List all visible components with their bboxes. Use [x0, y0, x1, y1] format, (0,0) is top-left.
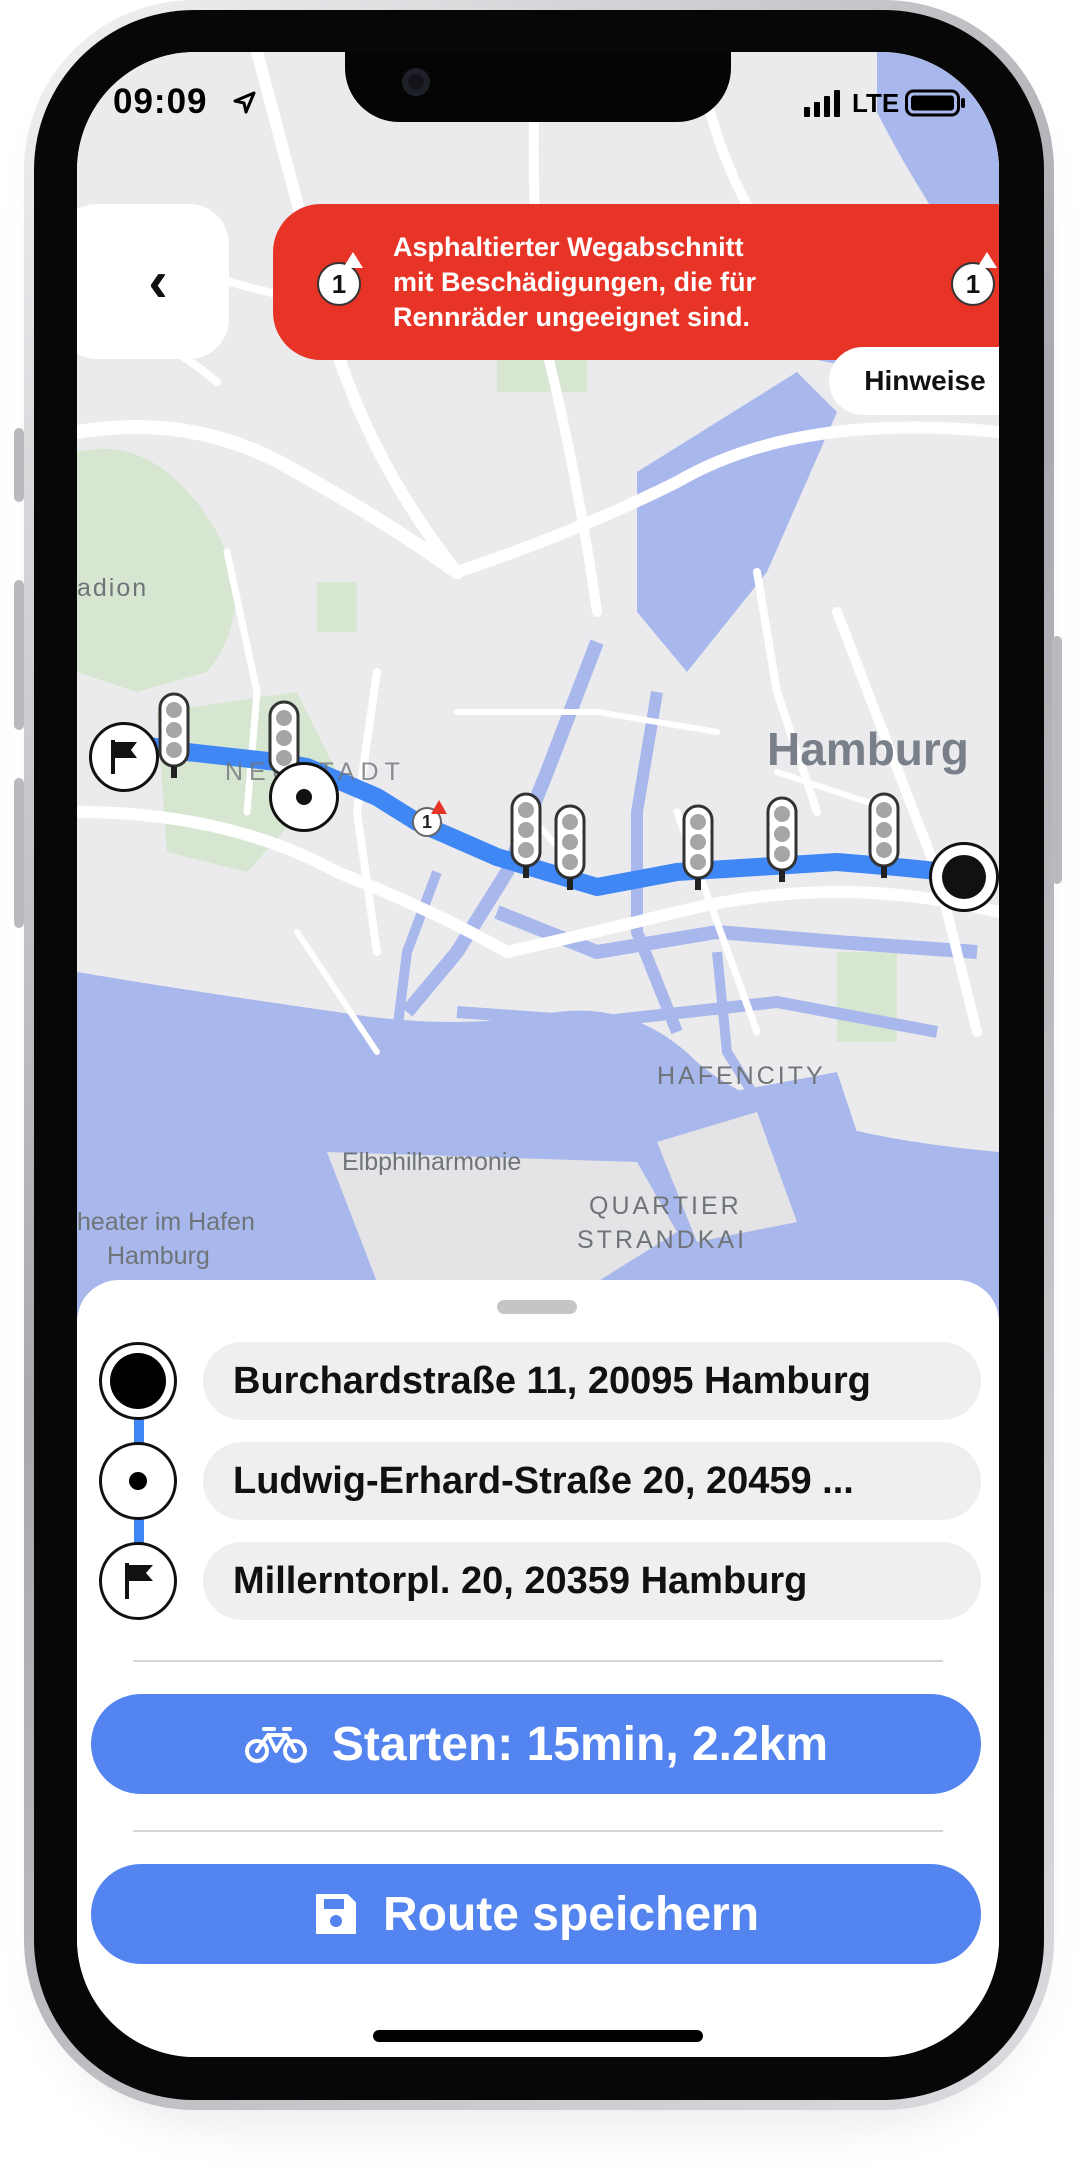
divider [133, 1830, 943, 1832]
waypoint-marker[interactable] [269, 762, 339, 832]
stop-waypoint-marker [99, 1442, 177, 1520]
warning-triangle-icon [343, 252, 363, 268]
map-label-hafencity: HAFENCITY [657, 1062, 826, 1090]
stop-waypoint-field[interactable]: Ludwig-Erhard-Straße 20, 20459 ... [203, 1442, 981, 1520]
traffic-light-icon [158, 692, 190, 778]
warning-marker-count: 1 [421, 811, 432, 832]
map-label-elbphilharmonie: Elbphilharmonie [342, 1148, 522, 1176]
map-label-city: Hamburg [767, 723, 969, 775]
network-type: LTE [852, 87, 900, 118]
destination-flag-marker[interactable] [89, 722, 159, 792]
stop-start-marker [99, 1342, 177, 1420]
front-camera [402, 68, 430, 96]
route-sheet: Burchardstraße 11, 20095 Hamburg Ludwig-… [77, 1280, 999, 2057]
save-route-button[interactable]: Route speichern [91, 1864, 981, 1964]
map-view[interactable]: adion NEUSTADT Hamburg HAFENCITY Elbphil… [77, 52, 999, 1352]
map-label-quartier-line1: QUARTIER [589, 1192, 742, 1220]
record-icon [942, 855, 986, 899]
traffic-light-icon [868, 792, 900, 878]
warning-triangle-icon [431, 800, 447, 814]
warning-count-left: 1 [331, 268, 347, 299]
signal-icon [804, 90, 840, 117]
traffic-light-icon [554, 804, 586, 890]
warning-message: Asphaltierter Wegabschnitt mit Beschädig… [393, 230, 813, 335]
status-indicators: LTE [802, 86, 967, 120]
bicycle-icon [244, 1727, 307, 1763]
dot-icon [296, 789, 312, 805]
back-button[interactable]: ‹ [77, 204, 229, 359]
save-icon [315, 1894, 356, 1934]
start-marker[interactable] [929, 842, 999, 912]
stop-destination-marker [99, 1542, 177, 1620]
warning-message-line3: Rennräder ungeeignet sind. [393, 302, 751, 332]
location-arrow-icon [233, 91, 256, 114]
warning-message-line2: mit Beschädigungen, die für [393, 267, 757, 297]
flag-icon [125, 1563, 153, 1599]
mute-switch [14, 428, 24, 502]
traffic-light-icon [510, 792, 542, 878]
battery-icon [905, 89, 966, 117]
map-label-theater-line2: Hamburg [107, 1242, 210, 1270]
sheet-drag-handle[interactable] [497, 1300, 577, 1314]
record-icon [110, 1353, 166, 1409]
status-time: 09:09 [113, 82, 208, 121]
map-label-quartier-line2: STRANDKAI [577, 1226, 748, 1254]
warning-triangle-icon [977, 252, 997, 268]
road-warning-banner[interactable]: 1 Asphaltierter Wegabschnitt mit Beschäd… [273, 204, 999, 360]
screen: adion NEUSTADT Hamburg HAFENCITY Elbphil… [77, 52, 999, 2057]
divider [133, 1660, 943, 1662]
map-label-theater-line1: heater im Hafen [77, 1208, 255, 1236]
stop-destination-field[interactable]: Millerntorpl. 20, 20359 Hamburg [203, 1542, 981, 1620]
map-label-stadion: adion [77, 574, 149, 602]
power-button [1052, 636, 1062, 884]
flag-icon [111, 740, 137, 774]
stop-start-field[interactable]: Burchardstraße 11, 20095 Hamburg [203, 1342, 981, 1420]
dot-icon [129, 1472, 147, 1490]
volume-down-button [14, 778, 24, 928]
start-route-label: Starten: 15min, 2.2km [331, 1717, 829, 1771]
warning-count-badge-right: 1 [951, 262, 995, 306]
warning-count-badge-left: 1 [317, 262, 361, 306]
chevron-left-icon: ‹ [148, 249, 168, 314]
warning-count-right: 1 [965, 268, 981, 299]
volume-up-button [14, 580, 24, 730]
traffic-light-icon [766, 796, 798, 882]
save-route-label: Route speichern [382, 1887, 760, 1941]
traffic-light-icon [682, 804, 714, 890]
home-indicator[interactable] [373, 2030, 703, 2042]
start-route-button[interactable]: Starten: 15min, 2.2km [91, 1694, 981, 1794]
hints-button[interactable]: Hinweise [829, 347, 999, 415]
warning-message-line1: Asphaltierter Wegabschnitt [393, 232, 744, 262]
